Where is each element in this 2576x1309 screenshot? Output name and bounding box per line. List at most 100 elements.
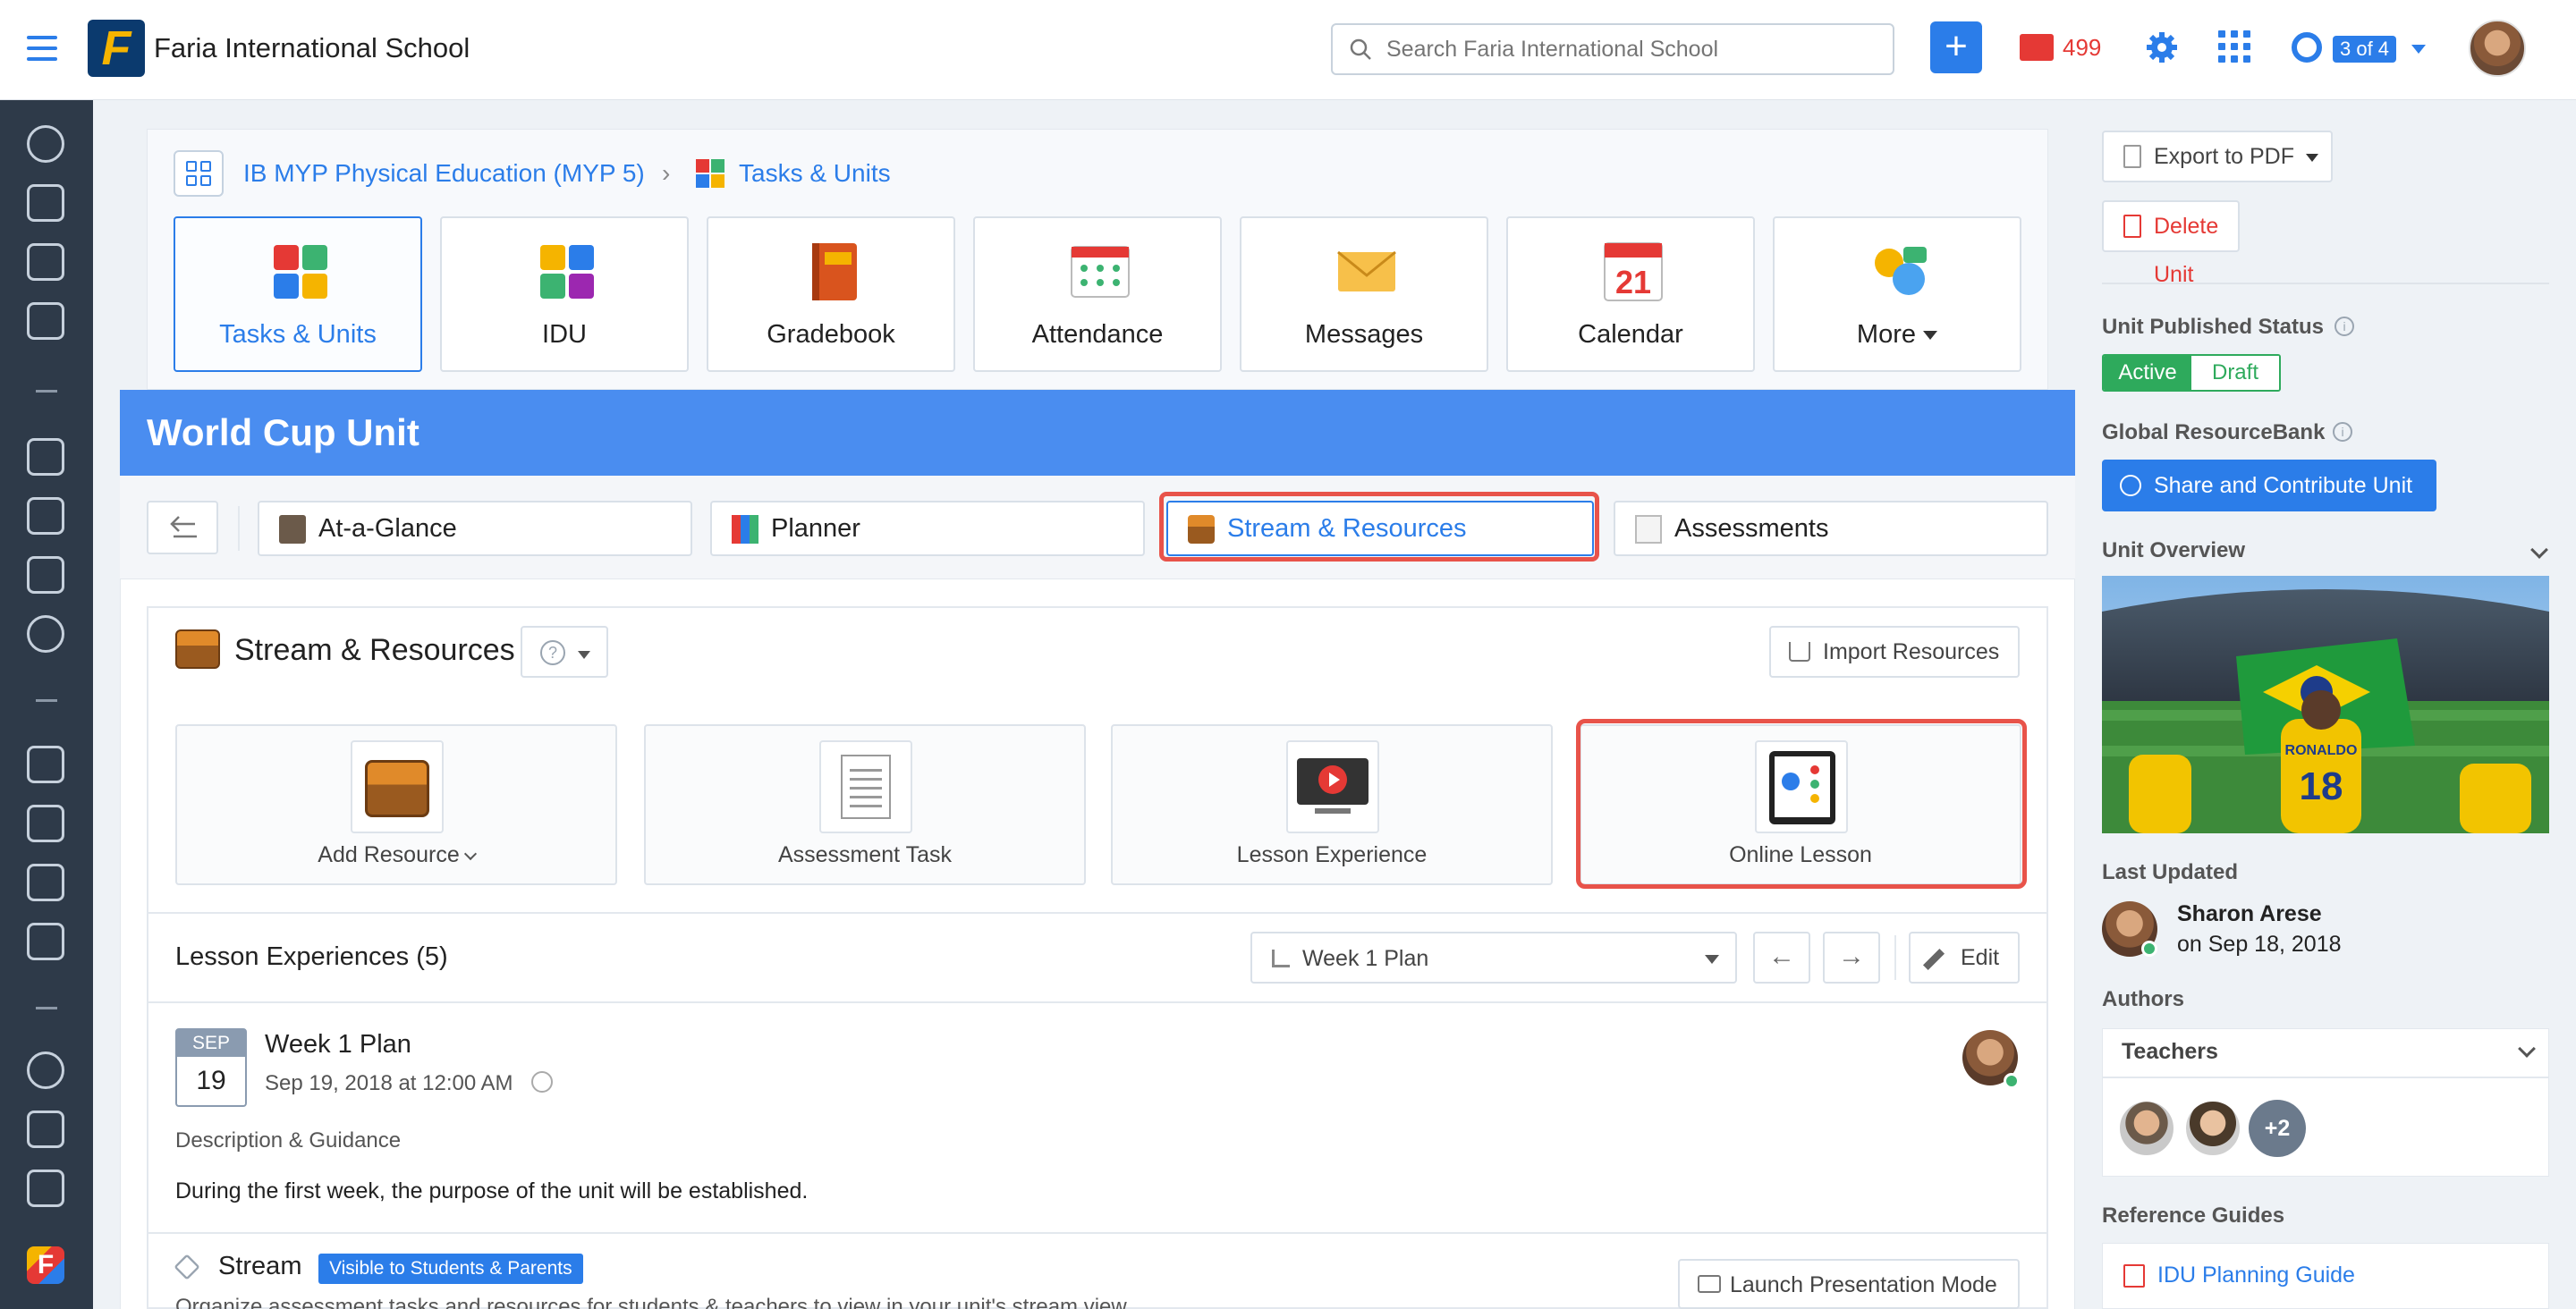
add-resource-card[interactable]: Add Resource	[175, 724, 617, 885]
tool-label: More	[1775, 320, 2020, 350]
card-label: Lesson Experience	[1236, 842, 1428, 867]
lesson-experience-card[interactable]: Lesson Experience	[1111, 724, 1553, 885]
cube-icon[interactable]	[27, 556, 64, 594]
week-select[interactable]: Week 1 Plan	[1250, 932, 1737, 984]
status-active-option[interactable]: Active	[2104, 356, 2191, 390]
binders-icon	[732, 515, 758, 544]
stream-resources-title: Stream & Resources	[234, 633, 515, 667]
collapse-button[interactable]	[147, 501, 218, 554]
briefcase-icon[interactable]	[27, 302, 64, 340]
checklist-icon	[1635, 515, 1662, 544]
dashboard-icon[interactable]	[27, 125, 64, 163]
status-draft-option[interactable]: Draft	[2191, 356, 2279, 390]
teacher-avatar[interactable]	[2184, 1100, 2241, 1157]
unit-overview-label: Unit Overview	[2102, 538, 2246, 562]
chevron-down-icon[interactable]	[2530, 541, 2548, 559]
breadcrumb-separator: ›	[662, 159, 671, 187]
profile-card-icon[interactable]	[27, 497, 64, 535]
course-grid-icon[interactable]	[174, 150, 224, 197]
unit-overview-image[interactable]: RONALDO 18	[2102, 576, 2549, 833]
tool-calendar[interactable]: 21 Calendar	[1506, 216, 1755, 372]
school-name[interactable]: Faria International School	[154, 32, 470, 64]
tool-label: Attendance	[1031, 320, 1164, 349]
tool-more[interactable]: More	[1773, 216, 2021, 372]
more-teachers-badge[interactable]: +2	[2249, 1100, 2306, 1157]
add-button[interactable]: +	[1930, 21, 1982, 73]
gradebook-icon	[812, 243, 857, 300]
tool-label: Gradebook	[767, 320, 895, 349]
map-icon[interactable]	[27, 864, 64, 901]
info-icon[interactable]: i	[2333, 422, 2352, 442]
delete-unit-button[interactable]: Delete Unit	[2102, 200, 2240, 287]
help-dropdown-button[interactable]: ?	[521, 626, 608, 678]
tool-messages[interactable]: Messages	[1240, 216, 1488, 372]
next-button[interactable]: →	[1823, 932, 1880, 984]
edit-button[interactable]: Edit	[1909, 932, 2020, 984]
people-icon[interactable]	[27, 615, 64, 653]
assessment-checklist-icon	[819, 740, 912, 833]
mail-count[interactable]: 499	[2063, 34, 2101, 62]
assessment-task-card[interactable]: Assessment Task	[644, 724, 1086, 885]
calendar-clock-icon[interactable]	[27, 746, 64, 783]
import-icon	[1789, 642, 1810, 662]
left-sidebar: F	[0, 100, 93, 1309]
description-text: During the first week, the purpose of th…	[175, 1178, 809, 1203]
chevron-down-icon[interactable]	[2411, 45, 2426, 54]
tab-assessments[interactable]: Assessments	[1614, 501, 2048, 556]
jersey-number-text: 18	[2300, 764, 2343, 808]
user-avatar[interactable]	[2469, 20, 2526, 77]
tab-at-a-glance[interactable]: At-a-Glance	[258, 501, 692, 556]
tool-tasks-units[interactable]: Tasks & Units	[174, 216, 422, 372]
tool-attendance[interactable]: Attendance	[973, 216, 1222, 372]
documents-icon[interactable]	[27, 805, 64, 842]
help-icon: ?	[540, 640, 565, 665]
jersey-name-text: RONALDO	[2285, 743, 2358, 758]
lesson-title[interactable]: Week 1 Plan	[265, 1030, 411, 1060]
breadcrumb-course[interactable]: IB MYP Physical Education (MYP 5)	[243, 159, 645, 188]
idu-planning-guide-link[interactable]: IDU Planning Guide	[2157, 1263, 2355, 1288]
faria-app-logo[interactable]: F	[27, 1246, 64, 1284]
analytics-icon[interactable]	[27, 243, 64, 281]
import-resources-button[interactable]: Import Resources	[1769, 626, 2020, 678]
export-pdf-button[interactable]: Export to PDF	[2102, 131, 2333, 182]
info-icon[interactable]: i	[2334, 317, 2354, 336]
globe-icon	[2120, 475, 2141, 496]
search-input[interactable]	[1386, 32, 1878, 66]
apps-grid-icon[interactable]	[2218, 30, 2250, 63]
pencil-icon	[1922, 948, 1945, 971]
swap-arrows-icon	[170, 516, 197, 538]
book-icon	[279, 515, 306, 544]
chart-icon[interactable]	[27, 923, 64, 960]
flag-icon[interactable]	[27, 1170, 64, 1207]
help-counter-badge[interactable]: 3 of 4	[2333, 36, 2397, 63]
treasure-chest-icon	[175, 629, 220, 669]
tool-gradebook[interactable]: Gradebook	[707, 216, 955, 372]
school-logo[interactable]: F	[88, 20, 145, 77]
previous-button[interactable]: ←	[1753, 932, 1810, 984]
tab-planner[interactable]: Planner	[710, 501, 1145, 556]
card-label: Assessment Task	[777, 842, 953, 867]
search-box[interactable]	[1331, 23, 1894, 75]
lesson-day: 19	[196, 1066, 226, 1095]
teacher-avatar[interactable]	[2118, 1100, 2175, 1157]
gear-icon[interactable]	[2145, 30, 2179, 64]
launch-presentation-button[interactable]: Launch Presentation Mode	[1678, 1259, 2020, 1309]
help-lifebuoy-icon[interactable]	[2292, 32, 2322, 63]
published-status-toggle[interactable]: Active Draft	[2102, 354, 2281, 392]
breadcrumb-section[interactable]: Tasks & Units	[739, 159, 891, 188]
chevron-down-icon	[2306, 154, 2318, 162]
treasure-chest-icon	[351, 740, 444, 833]
share-contribute-button[interactable]: Share and Contribute Unit	[2102, 460, 2436, 511]
home-icon[interactable]	[27, 184, 64, 222]
mountain-icon[interactable]	[27, 1111, 64, 1148]
tool-idu[interactable]: IDU	[440, 216, 689, 372]
student-icon[interactable]	[27, 1051, 64, 1089]
published-status-label: Unit Published Status	[2102, 315, 2325, 339]
puzzle-icon	[274, 245, 327, 299]
resourcebank-label: Global ResourceBank	[2102, 420, 2326, 444]
hamburger-menu-icon[interactable]	[27, 36, 57, 61]
stadium-fan-photo: RONALDO 18	[2102, 576, 2549, 833]
classes-icon[interactable]	[27, 438, 64, 476]
updated-date: on Sep 18, 2018	[2177, 932, 2342, 957]
mail-icon[interactable]	[2020, 34, 2054, 61]
